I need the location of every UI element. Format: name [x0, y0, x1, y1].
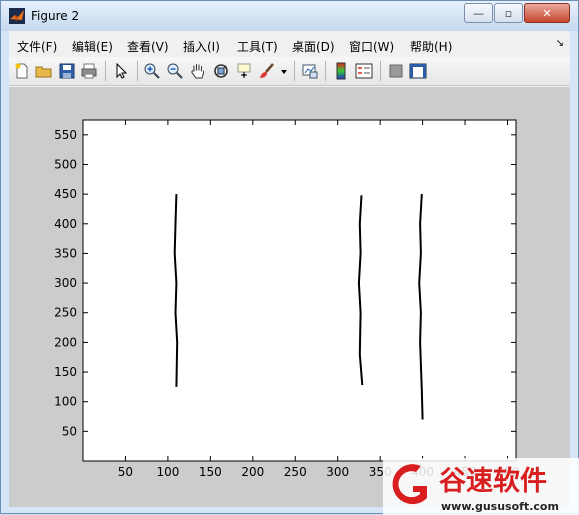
window-title: Figure 2: [31, 9, 80, 23]
show-plot-tools-icon[interactable]: [409, 62, 427, 80]
link-plot-icon[interactable]: [301, 62, 319, 80]
watermark-url: www.gususoft.com: [441, 500, 559, 513]
print-icon[interactable]: [80, 62, 98, 80]
y-tick-label: 250: [54, 306, 77, 320]
maximize-button[interactable]: ▫: [494, 3, 523, 23]
plot-svg: 50 100 150 200 250 300 350 400 450 500 50 100 150 200…: [54, 119, 519, 479]
dock-arrow-icon[interactable]: ↘: [556, 38, 564, 49]
new-figure-icon[interactable]: [13, 62, 31, 80]
maximize-icon: ▫: [504, 6, 513, 20]
x-tick-label: 150: [199, 465, 222, 479]
menu-help[interactable]: 帮助(H): [410, 38, 452, 55]
y-tick-label: 50: [62, 424, 77, 438]
pointer-icon[interactable]: [112, 62, 130, 80]
figure-window: Figure 2 — ▫ ✕ 文件(F) 编辑(E) 查看(V) 插入(I) 工…: [0, 0, 579, 515]
minimize-button[interactable]: —: [464, 3, 493, 23]
pan-hand-icon[interactable]: [189, 62, 207, 80]
menu-insert[interactable]: 插入(I): [183, 38, 220, 55]
y-tick-label: 300: [54, 276, 77, 290]
rotate-3d-icon[interactable]: [212, 62, 230, 80]
x-tick-label: 250: [284, 465, 307, 479]
y-tick-label: 350: [54, 246, 77, 260]
y-tick-label: 500: [54, 157, 77, 171]
y-tick-label: 100: [54, 395, 77, 409]
title-bar[interactable]: Figure 2 — ▫ ✕: [1, 1, 578, 31]
hide-plot-tools-icon[interactable]: [387, 62, 405, 80]
colorbar-icon[interactable]: [332, 62, 350, 80]
matlab-logo-icon: [9, 8, 25, 24]
open-file-icon[interactable]: [35, 62, 53, 80]
x-tick-label: 200: [241, 465, 264, 479]
figure-toolbar: [9, 57, 570, 86]
menu-edit[interactable]: 编辑(E): [72, 38, 113, 55]
data-cursor-icon[interactable]: [235, 62, 253, 80]
y-tick-label: 200: [54, 335, 77, 349]
menu-tools[interactable]: 工具(T): [237, 38, 278, 55]
y-tick-label: 550: [54, 128, 77, 142]
close-icon: ✕: [542, 6, 552, 20]
brush-icon[interactable]: [258, 62, 276, 80]
client-area: 文件(F) 编辑(E) 查看(V) 插入(I) 工具(T) 桌面(D) 窗口(W…: [9, 31, 570, 507]
menu-bar: 文件(F) 编辑(E) 查看(V) 插入(I) 工具(T) 桌面(D) 窗口(W…: [9, 33, 570, 55]
legend-icon[interactable]: [355, 62, 373, 80]
x-tick-label: 300: [326, 465, 349, 479]
figure-canvas: 50 100 150 200 250 300 350 400 450 500 50 100 150 200…: [9, 87, 570, 507]
x-tick-label: 50: [118, 465, 133, 479]
save-icon[interactable]: [58, 62, 76, 80]
x-tick-label: 100: [156, 465, 179, 479]
y-tick-label: 150: [54, 365, 77, 379]
menu-view[interactable]: 查看(V): [127, 38, 169, 55]
y-tick-label: 400: [54, 217, 77, 231]
close-button[interactable]: ✕: [524, 3, 570, 23]
watermark-logo: 谷速软件 www.gususoft.com: [383, 458, 579, 515]
axes-box: [82, 119, 517, 462]
brush-dropdown-icon[interactable]: [279, 62, 289, 80]
watermark-brand: 谷速软件: [439, 466, 547, 497]
y-tick-label: 450: [54, 187, 77, 201]
menu-file[interactable]: 文件(F): [17, 38, 57, 55]
minimize-icon: —: [473, 6, 484, 20]
zoom-in-icon[interactable]: [143, 62, 161, 80]
zoom-out-icon[interactable]: [166, 62, 184, 80]
menu-window[interactable]: 窗口(W): [349, 38, 394, 55]
menu-desktop[interactable]: 桌面(D): [292, 38, 335, 55]
